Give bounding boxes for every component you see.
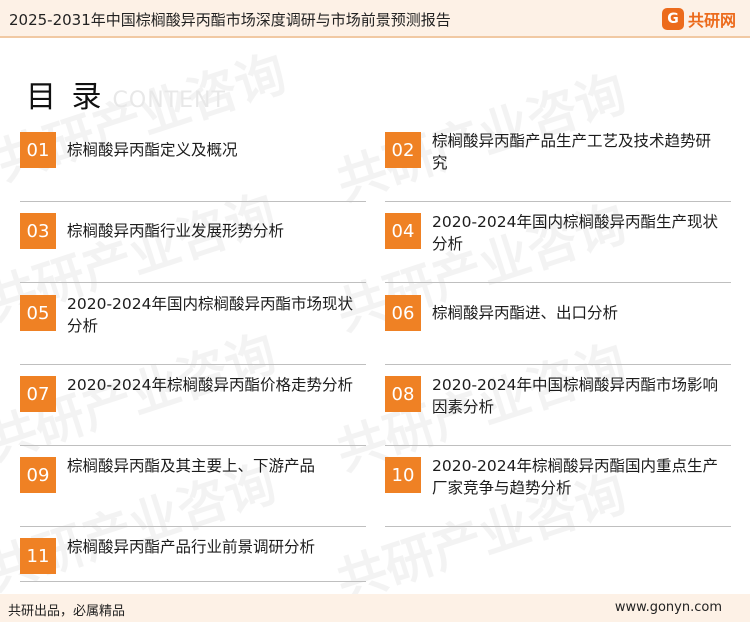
toc-item-label: 2020-2024年棕榈酸异丙酯国内重点生产厂家竞争与趋势分析 (432, 457, 718, 497)
toc-item-11[interactable]: 11 棕榈酸异丙酯产品行业前景调研分析 (20, 538, 366, 582)
toc-item-label: 棕榈酸异丙酯及其主要上、下游产品 (67, 457, 316, 475)
toc-item-label: 2020-2024年棕榈酸异丙酯价格走势分析 (67, 376, 353, 394)
toc-item-number: 03 (20, 213, 56, 249)
brand-logo: G 共研网 (661, 7, 736, 31)
toc-item-03[interactable]: 03 棕榈酸异丙酯行业发展形势分析 (20, 213, 366, 283)
report-title: 2025-2031年中国棕榈酸异丙酯市场深度调研与市场前景预测报告 (9, 11, 451, 29)
toc-subtitle: CONTENT (112, 88, 226, 113)
toc-item-number: 06 (385, 295, 421, 331)
toc-item-number: 11 (20, 538, 56, 574)
toc-item-label: 2020-2024年中国棕榈酸异丙酯市场影响因素分析 (432, 376, 718, 416)
toc-title: 目 录 (26, 80, 105, 115)
logo-text: 共研网 (687, 11, 736, 30)
toc-item-number: 02 (385, 132, 421, 168)
toc-item-number: 01 (20, 132, 56, 168)
toc-item-label: 棕榈酸异丙酯产品生产工艺及技术趋势研究 (432, 132, 712, 172)
toc-item-04[interactable]: 04 2020-2024年国内棕榈酸异丙酯生产现状分析 (385, 213, 731, 283)
toc-item-07[interactable]: 07 2020-2024年棕榈酸异丙酯价格走势分析 (20, 376, 366, 446)
toc-item-10[interactable]: 10 2020-2024年棕榈酸异丙酯国内重点生产厂家竞争与趋势分析 (385, 457, 731, 527)
toc-item-label: 棕榈酸异丙酯行业发展形势分析 (67, 222, 285, 240)
header-bar: 2025-2031年中国棕榈酸异丙酯市场深度调研与市场前景预测报告 G 共研网 (0, 0, 750, 38)
toc-item-label: 棕榈酸异丙酯定义及概况 (67, 141, 238, 159)
toc-item-number: 05 (20, 295, 56, 331)
toc-item-09[interactable]: 09 棕榈酸异丙酯及其主要上、下游产品 (20, 457, 366, 527)
toc-item-number: 08 (385, 376, 421, 412)
footer-slogan: 共研出品，必属精品 (8, 604, 126, 619)
toc-item-label: 棕榈酸异丙酯产品行业前景调研分析 (67, 538, 316, 556)
toc-item-01[interactable]: 01 棕榈酸异丙酯定义及概况 (20, 132, 366, 202)
toc-heading: 目 录 CONTENT (26, 72, 226, 116)
toc-item-label: 棕榈酸异丙酯进、出口分析 (432, 304, 619, 322)
toc-item-06[interactable]: 06 棕榈酸异丙酯进、出口分析 (385, 295, 731, 365)
footer-bar: 共研出品，必属精品 www.gonyn.com (0, 594, 750, 622)
toc-item-number: 09 (20, 457, 56, 493)
toc-item-05[interactable]: 05 2020-2024年国内棕榈酸异丙酯市场现状分析 (20, 295, 366, 365)
toc-item-number: 04 (385, 213, 421, 249)
toc-item-label: 2020-2024年国内棕榈酸异丙酯生产现状分析 (432, 213, 718, 253)
toc-item-label: 2020-2024年国内棕榈酸异丙酯市场现状分析 (67, 295, 353, 335)
toc-item-number: 07 (20, 376, 56, 412)
toc-item-number: 10 (385, 457, 421, 493)
logo-mark-icon: G (661, 8, 684, 30)
footer-website-link[interactable]: www.gonyn.com (615, 600, 722, 615)
toc-item-02[interactable]: 02 棕榈酸异丙酯产品生产工艺及技术趋势研究 (385, 132, 731, 202)
toc-item-08[interactable]: 08 2020-2024年中国棕榈酸异丙酯市场影响因素分析 (385, 376, 731, 446)
